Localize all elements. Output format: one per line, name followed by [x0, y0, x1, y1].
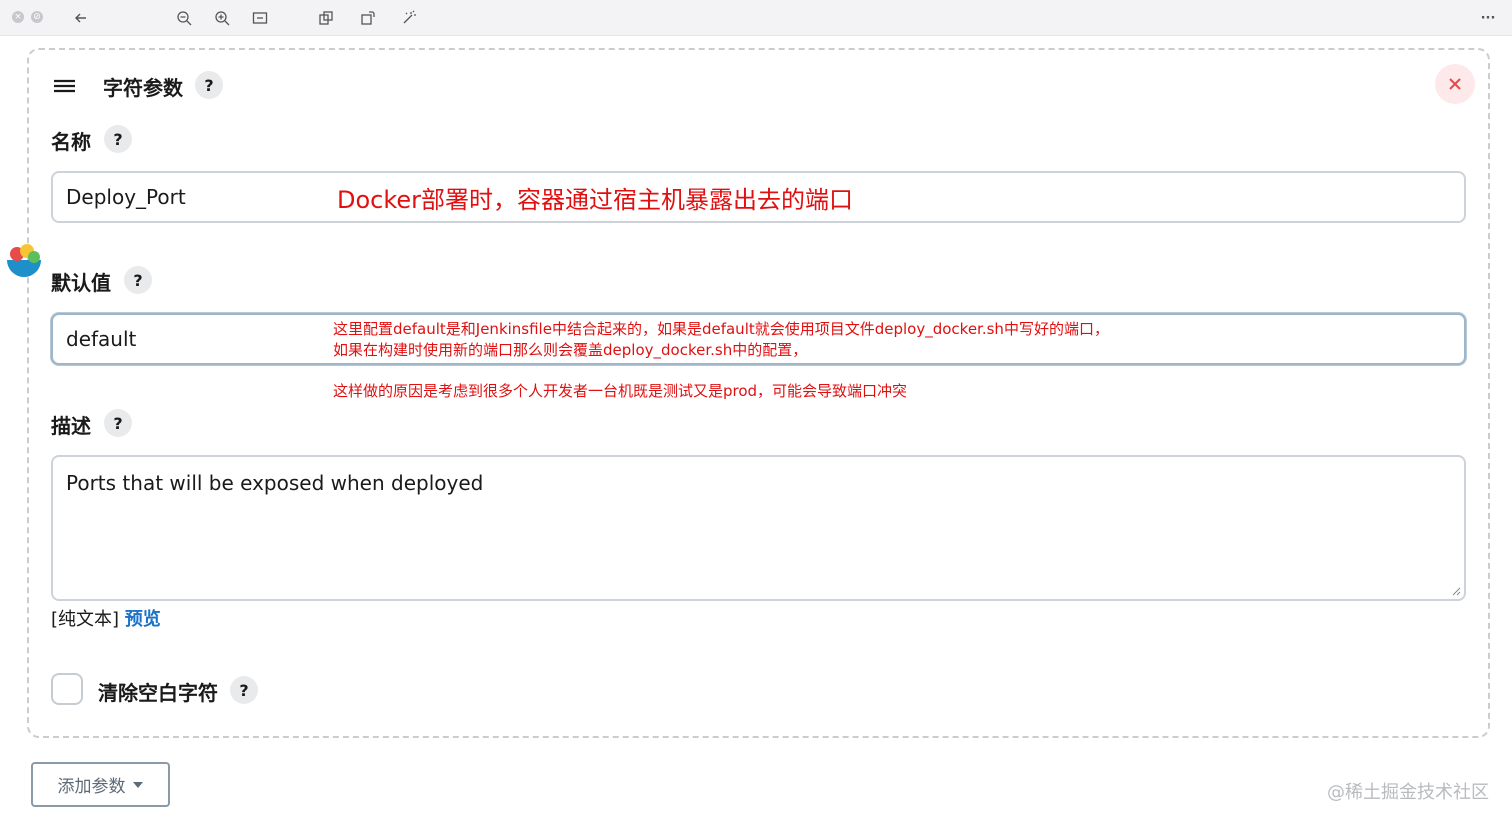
- close-icon[interactable]: ×: [12, 11, 24, 23]
- add-parameter-label: 添加参数: [57, 777, 126, 797]
- name-label: 名称: [51, 130, 91, 154]
- default-value-input-value: default: [66, 327, 137, 351]
- copy-icon[interactable]: [316, 8, 336, 28]
- drag-handle-icon[interactable]: [53, 78, 76, 94]
- trim-checkbox[interactable]: [51, 673, 83, 705]
- delete-parameter-button[interactable]: [1435, 64, 1475, 104]
- section-help-icon[interactable]: ?: [195, 71, 223, 99]
- zoom-in-icon[interactable]: [212, 8, 232, 28]
- caret-down-icon: [132, 781, 143, 788]
- format-selector: [纯文本] 预览: [51, 605, 161, 631]
- trim-label: 清除空白字符: [98, 681, 218, 705]
- trim-help-icon[interactable]: ?: [230, 676, 258, 704]
- fit-icon[interactable]: [250, 8, 270, 28]
- default-annotation-line1: 这里配置default是和Jenkinsfile中结合起来的，如果是defaul…: [333, 320, 1109, 338]
- default-annotation-line3: 这样做的原因是考虑到很多个人开发者一台机既是测试又是prod，可能会导致端口冲突: [333, 382, 908, 400]
- rotate-icon[interactable]: [358, 8, 378, 28]
- close-icon: [1449, 78, 1461, 90]
- default-value-help-icon[interactable]: ?: [124, 266, 152, 294]
- resize-handle-icon[interactable]: [1451, 586, 1461, 596]
- name-input-value: Deploy_Port: [66, 185, 186, 209]
- name-help-icon[interactable]: ?: [104, 125, 132, 153]
- more-icon[interactable]: ···: [1478, 8, 1498, 28]
- preview-link[interactable]: 预览: [125, 609, 161, 630]
- description-textarea-value: Ports that will be exposed when deployed: [66, 471, 484, 495]
- floating-app-icon[interactable]: [5, 242, 43, 282]
- zoom-out-icon[interactable]: [174, 8, 194, 28]
- watermark: @稀土掘金技术社区: [1327, 782, 1489, 803]
- magic-wand-icon[interactable]: [399, 8, 419, 28]
- name-annotation: Docker部署时，容器通过宿主机暴露出去的端口: [337, 186, 854, 214]
- description-textarea[interactable]: Ports that will be exposed when deployed: [51, 455, 1466, 601]
- add-parameter-button[interactable]: 添加参数: [31, 762, 170, 807]
- default-annotation-line2: 如果在构建时使用新的端口那么则会覆盖deploy_docker.sh中的配置，: [333, 341, 808, 359]
- default-value-label: 默认值: [51, 271, 111, 295]
- viewer-toolbar: × ⊘ ···: [0, 0, 1512, 36]
- back-arrow-icon[interactable]: [71, 8, 91, 28]
- description-help-icon[interactable]: ?: [104, 409, 132, 437]
- minimize-icon[interactable]: ⊘: [31, 11, 43, 23]
- section-title: 字符参数: [103, 76, 183, 100]
- plain-text-label: [纯文本]: [51, 609, 120, 630]
- description-label: 描述: [51, 414, 91, 438]
